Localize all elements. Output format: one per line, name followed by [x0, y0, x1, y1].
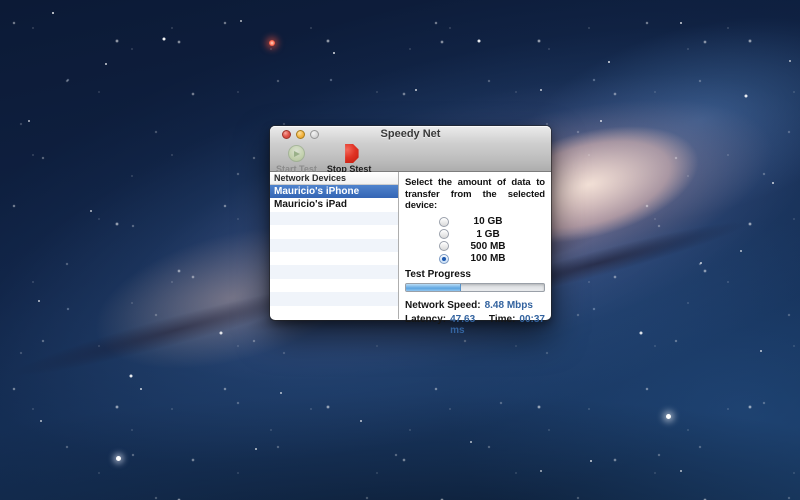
device-list: Network Devices Mauricio's iPhone Mauric… [270, 172, 398, 319]
toolbar: Start Test Stop Stest [270, 143, 551, 172]
latency-label: Latency: [405, 314, 446, 325]
empty-list-row [270, 252, 398, 265]
network-speed-line: Network Speed: 8.48 Mbps [405, 300, 545, 311]
time-label: Time: [489, 314, 516, 325]
bright-star [666, 414, 671, 419]
bright-star [116, 456, 121, 461]
radio-button-icon[interactable] [439, 229, 449, 239]
radio-option-10gb[interactable]: 10 GB [405, 216, 545, 228]
titlebar[interactable]: Speedy Net [270, 126, 551, 143]
stop-icon [340, 144, 359, 163]
latency-time-line: Latency: 47.63 ms Time: 00:37 [405, 314, 545, 336]
traffic-lights [282, 130, 319, 139]
empty-list-row [270, 239, 398, 252]
stop-test-button[interactable]: Stop Stest [327, 144, 372, 174]
window-content: Network Devices Mauricio's iPhone Mauric… [270, 172, 551, 319]
device-row-iphone[interactable]: Mauricio's iPhone [270, 185, 398, 198]
instruction-text: Select the amount of data to transfer fr… [405, 177, 545, 212]
play-icon [288, 144, 305, 163]
zoom-button[interactable] [310, 130, 319, 139]
empty-list-row [270, 292, 398, 305]
bright-stars [0, 0, 2, 2]
network-speed-value: 8.48 Mbps [485, 300, 533, 311]
radio-button-icon[interactable] [439, 241, 449, 251]
progress-fill [406, 284, 461, 291]
network-speed-label: Network Speed: [405, 300, 481, 311]
radio-option-1gb[interactable]: 1 GB [405, 228, 545, 240]
radio-button-icon[interactable] [439, 254, 449, 264]
start-test-button[interactable]: Start Test [276, 144, 317, 174]
minimize-button[interactable] [296, 130, 305, 139]
radio-option-100mb[interactable]: 100 MB [405, 253, 545, 265]
radio-button-icon[interactable] [439, 217, 449, 227]
settings-panel: Select the amount of data to transfer fr… [398, 172, 551, 319]
empty-list-row [270, 212, 398, 225]
data-amount-radio-group: 10 GB 1 GB 500 MB 100 MB [405, 216, 545, 266]
latency-value: 47.63 ms [450, 314, 476, 336]
device-row-ipad[interactable]: Mauricio's iPad [270, 198, 398, 211]
empty-list-row [270, 265, 398, 278]
speedy-net-window: Speedy Net Start Test Stop Stest Network… [270, 126, 551, 320]
test-progress-label: Test Progress [405, 269, 545, 280]
empty-list-row [270, 306, 398, 319]
empty-list-row [270, 279, 398, 292]
close-button[interactable] [282, 130, 291, 139]
red-star [269, 40, 275, 46]
progress-bar [405, 283, 545, 292]
radio-option-500mb[interactable]: 500 MB [405, 240, 545, 252]
time-value: 00:37 [519, 314, 545, 325]
empty-list-row [270, 225, 398, 238]
device-list-header: Network Devices [270, 172, 398, 185]
